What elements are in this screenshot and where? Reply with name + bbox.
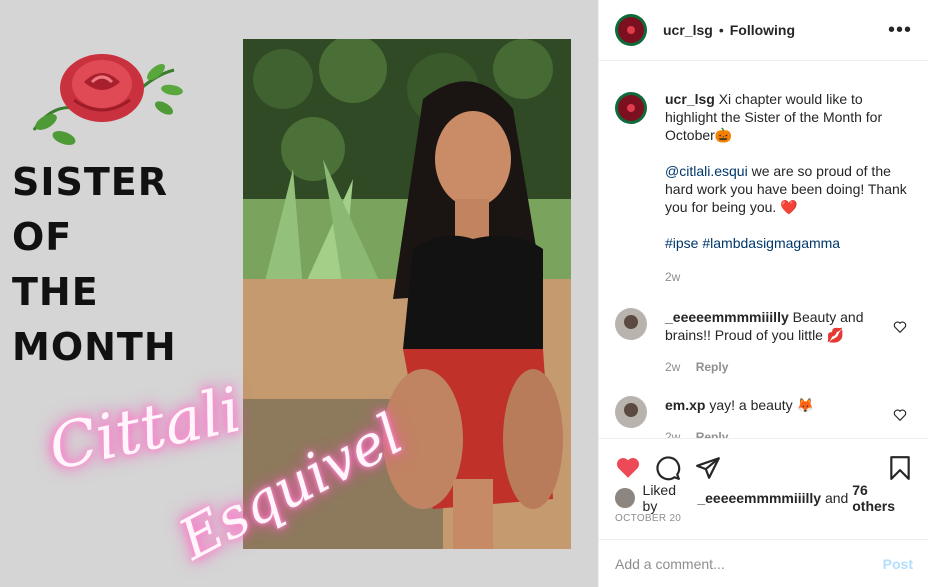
more-horizontal-icon[interactable]: ••• bbox=[888, 20, 912, 40]
comments-scroll-area[interactable]: ucr_lsg Xi chapter would like to highlig… bbox=[599, 62, 928, 438]
likes-connector: and bbox=[824, 490, 849, 506]
post-button[interactable]: Post bbox=[883, 556, 913, 572]
comment-item: em.xp yay! a beauty 🦊 2w Reply bbox=[599, 396, 928, 438]
liker-username[interactable]: _eeeeemmmmiiilly bbox=[697, 490, 821, 506]
neon-first-name: Cittali bbox=[42, 372, 248, 485]
post-image[interactable]: SISTER OF THE MONTH Cittali Esquivel bbox=[0, 0, 598, 587]
reply-button[interactable]: Reply bbox=[696, 360, 729, 374]
comment-username[interactable]: _eeeeemmmmiiilly bbox=[665, 309, 789, 325]
hashtag-link[interactable]: #ipse bbox=[665, 235, 698, 251]
separator-dot: • bbox=[718, 22, 724, 38]
comment-username[interactable]: em.xp bbox=[665, 397, 705, 413]
post-side-panel: ucr_lsg • Following ••• ucr_lsg Xi chapt… bbox=[598, 0, 928, 587]
reply-button[interactable]: Reply bbox=[696, 430, 729, 438]
bookmark-icon[interactable] bbox=[887, 455, 913, 481]
comment-time[interactable]: 2w bbox=[665, 360, 680, 374]
liked-by-row: Liked by _eeeeemmmmiiilly and 76 others bbox=[599, 482, 928, 514]
poster-title-line: OF bbox=[12, 215, 73, 259]
caption: ucr_lsg Xi chapter would like to highlig… bbox=[599, 62, 928, 286]
comment-input[interactable] bbox=[615, 556, 883, 572]
commenter-avatar[interactable] bbox=[615, 396, 647, 428]
post-header: ucr_lsg • Following ••• bbox=[599, 0, 928, 61]
comment-icon[interactable] bbox=[655, 455, 681, 481]
liker-avatar[interactable] bbox=[615, 488, 635, 508]
caption-avatar[interactable] bbox=[615, 92, 647, 124]
rose-illustration bbox=[32, 54, 183, 145]
heart-icon[interactable] bbox=[615, 455, 641, 481]
caption-time[interactable]: 2w bbox=[665, 268, 911, 286]
poster-title-line: SISTER bbox=[12, 160, 169, 204]
comment-like-icon[interactable] bbox=[893, 320, 907, 334]
likes-prefix: Liked by bbox=[642, 482, 676, 514]
share-icon[interactable] bbox=[695, 455, 721, 481]
poster-title-line: THE bbox=[12, 270, 99, 314]
comment-like-icon[interactable] bbox=[893, 408, 907, 422]
following-button[interactable]: Following bbox=[730, 22, 795, 38]
hashtag-link[interactable]: #lambdasigmagamma bbox=[702, 235, 840, 251]
poster-title-line: MONTH bbox=[12, 325, 177, 369]
mention-link[interactable]: @citlali.esqui bbox=[665, 163, 748, 179]
commenter-avatar[interactable] bbox=[615, 308, 647, 340]
profile-avatar[interactable] bbox=[615, 14, 647, 46]
comment-item: _eeeeemmmmiiilly Beauty and brains!! Pro… bbox=[599, 308, 928, 376]
comment-time[interactable]: 2w bbox=[665, 430, 680, 438]
header-username[interactable]: ucr_lsg bbox=[663, 22, 713, 38]
comment-text: yay! a beauty 🦊 bbox=[709, 397, 814, 413]
caption-username[interactable]: ucr_lsg bbox=[665, 91, 715, 107]
likes-others-link[interactable]: 76 others bbox=[852, 482, 913, 514]
add-comment-bar: Post bbox=[599, 539, 928, 587]
post-actions: Liked by _eeeeemmmmiiilly and 76 others … bbox=[599, 438, 928, 587]
